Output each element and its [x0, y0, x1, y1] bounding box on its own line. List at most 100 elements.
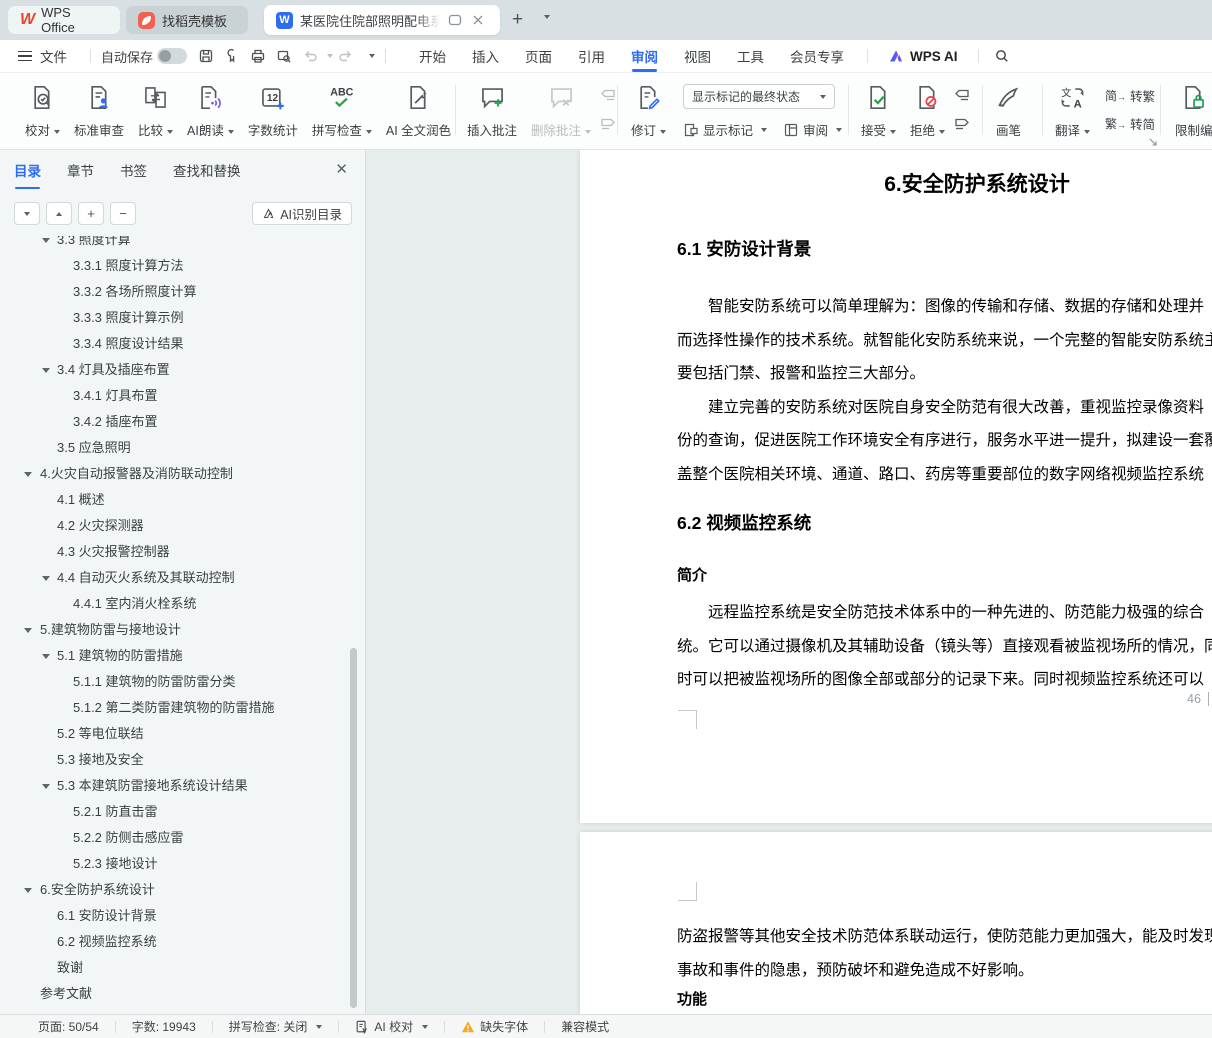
- toc-item[interactable]: 6.1 安防设计背景: [0, 903, 354, 929]
- missing-font-warning[interactable]: 缺失字体: [461, 1018, 528, 1035]
- document-page-46[interactable]: 6.安全防护系统设计 6.1 安防设计背景 智能安防系统可以简单理解为：图像的传…: [580, 150, 1212, 823]
- print-preview-button[interactable]: [272, 44, 296, 68]
- tab-docer-templates[interactable]: 找稻壳模板: [126, 6, 248, 34]
- output-share-button[interactable]: [220, 44, 244, 68]
- compatibility-mode-indicator[interactable]: 兼容模式: [561, 1018, 609, 1035]
- menu-item[interactable]: 引用: [565, 40, 618, 72]
- previous-change-icon[interactable]: [954, 87, 970, 103]
- menu-item[interactable]: 开始: [406, 40, 459, 72]
- toc-item[interactable]: 4.4.1 室内消火栓系统: [0, 591, 354, 617]
- toc-item[interactable]: 3.3.3 照度计算示例: [0, 305, 354, 331]
- wps-ai-button[interactable]: WPS AI: [878, 48, 968, 64]
- toc-item[interactable]: 5.2.2 防侧击感应雷: [0, 825, 354, 851]
- toc-expand-arrow-icon[interactable]: [42, 784, 50, 789]
- document-page-47[interactable]: 防盗报警等其他安全技术防范体系联动运行，使防范能力更加强大，能及时发现 事故和事件…: [580, 832, 1212, 1014]
- proofread-button[interactable]: 校对: [20, 81, 65, 142]
- toc-item[interactable]: 3.4 灯具及插座布置: [0, 357, 354, 383]
- toc-item[interactable]: 4.4 自动灭火系统及其联动控制: [0, 565, 354, 591]
- menu-item[interactable]: 页面: [512, 40, 565, 72]
- toc-item[interactable]: 5.3 接地及安全: [0, 747, 354, 773]
- ai-proofread-status[interactable]: AI 校对: [355, 1018, 429, 1035]
- new-tab-button[interactable]: +: [512, 9, 523, 31]
- toc-item[interactable]: 3.3 照度计算: [0, 236, 354, 253]
- word-count-button[interactable]: 12 字数统计: [243, 81, 303, 142]
- toc-item[interactable]: 3.4.1 灯具布置: [0, 383, 354, 409]
- toc-expand-arrow-icon[interactable]: [42, 576, 50, 581]
- to-traditional-button[interactable]: 简→ 转繁: [1105, 86, 1155, 105]
- toc-item[interactable]: 5.2 等电位联结: [0, 721, 354, 747]
- dialog-launcher-icon[interactable]: [1148, 137, 1158, 147]
- spell-check-button[interactable]: ABC 拼写检查: [307, 81, 377, 142]
- undo-button[interactable]: [298, 44, 322, 68]
- track-changes-button[interactable]: 修订: [626, 81, 671, 142]
- toc-item[interactable]: 参考文献: [0, 981, 354, 1007]
- toc-item[interactable]: 5.1.2 第二类防雷建筑物的防雷措施: [0, 695, 354, 721]
- toc-expand-arrow-icon[interactable]: [24, 628, 32, 633]
- toc-item[interactable]: 5.2.3 接地设计: [0, 851, 354, 877]
- toc-item[interactable]: 4.火灾自动报警器及消防联动控制: [0, 461, 354, 487]
- translate-button[interactable]: 文A 翻译: [1050, 81, 1095, 142]
- zoom-in-toc-button[interactable]: +: [78, 202, 104, 225]
- toc-item[interactable]: 4.2 火灾探测器: [0, 513, 354, 539]
- quick-toolbar-chevron-icon[interactable]: [369, 54, 376, 58]
- toc-item[interactable]: 3.4.2 插座布置: [0, 409, 354, 435]
- toc-item[interactable]: 5.2.1 防直击雷: [0, 799, 354, 825]
- toc-item[interactable]: 6.2 视频监控系统: [0, 929, 354, 955]
- menu-item[interactable]: 视图: [671, 40, 724, 72]
- reject-change-button[interactable]: 拒绝: [905, 81, 950, 142]
- show-markup-button[interactable]: 显示标记: [683, 120, 768, 139]
- redo-button[interactable]: [334, 44, 358, 68]
- compare-button[interactable]: 比较: [133, 81, 178, 142]
- collapse-all-button[interactable]: [46, 202, 72, 225]
- toc-expand-arrow-icon[interactable]: [42, 368, 50, 373]
- close-tab-icon[interactable]: [470, 12, 486, 28]
- previous-comment-icon[interactable]: [600, 87, 616, 103]
- restrict-editing-button[interactable]: 限制编: [1170, 81, 1212, 142]
- toc-item[interactable]: 3.3.4 照度设计结果: [0, 331, 354, 357]
- next-change-icon[interactable]: [954, 116, 970, 132]
- toc-expand-arrow-icon[interactable]: [42, 238, 50, 243]
- expand-all-button[interactable]: [14, 202, 40, 225]
- menu-item[interactable]: 工具: [724, 40, 777, 72]
- spell-check-status[interactable]: 拼写检查: 关闭: [229, 1018, 323, 1035]
- search-icon[interactable]: [990, 44, 1014, 68]
- ai-polish-button[interactable]: AI 全文润色: [381, 81, 456, 142]
- autosave-toggle[interactable]: [157, 48, 188, 64]
- toc-item[interactable]: 5.建筑物防雷与接地设计: [0, 617, 354, 643]
- toc-item[interactable]: 5.1.1 建筑物的防雷防雷分类: [0, 669, 354, 695]
- sidebar-tab[interactable]: 查找和替换: [173, 160, 241, 189]
- to-simplified-button[interactable]: 繁→ 转简: [1105, 114, 1155, 133]
- sidebar-tab[interactable]: 章节: [67, 160, 94, 189]
- save-button[interactable]: [194, 44, 218, 68]
- sidebar-scrollbar[interactable]: [350, 648, 357, 1008]
- file-menu[interactable]: 文件: [0, 40, 80, 72]
- sidebar-tab[interactable]: 书签: [120, 160, 147, 189]
- zoom-out-toc-button[interactable]: −: [110, 202, 136, 225]
- toc-item[interactable]: 3.3.1 照度计算方法: [0, 253, 354, 279]
- toc-expand-arrow-icon[interactable]: [42, 654, 50, 659]
- insert-comment-button[interactable]: 插入批注: [462, 81, 522, 142]
- delete-comment-button[interactable]: 删除批注: [526, 81, 596, 142]
- undo-chevron-icon[interactable]: [327, 54, 334, 58]
- print-button[interactable]: [246, 44, 270, 68]
- tab-window-icon[interactable]: [447, 12, 463, 28]
- toc-item[interactable]: 5.3 本建筑防雷接地系统设计结果: [0, 773, 354, 799]
- toc-item[interactable]: 6.安全防护系统设计: [0, 877, 354, 903]
- standard-review-button[interactable]: 标准审查: [69, 81, 129, 142]
- sidebar-tab[interactable]: 目录: [14, 160, 41, 189]
- next-comment-icon[interactable]: [600, 116, 616, 132]
- menu-item[interactable]: 插入: [459, 40, 512, 72]
- tab-wps-office[interactable]: W WPS Office: [8, 5, 120, 35]
- close-panel-icon[interactable]: ✕: [335, 160, 348, 178]
- tab-document[interactable]: W 某医院住院部照明配电系统设: [264, 5, 500, 35]
- toc-expand-arrow-icon[interactable]: [24, 472, 32, 477]
- review-pane-button[interactable]: 审阅: [783, 120, 843, 139]
- menu-item[interactable]: 会员专享: [777, 40, 857, 72]
- toc-item[interactable]: 3.5 应急照明: [0, 435, 354, 461]
- ai-read-aloud-button[interactable]: AI朗读: [182, 81, 239, 142]
- accept-change-button[interactable]: 接受: [856, 81, 901, 142]
- tab-list-chevron-icon[interactable]: [544, 15, 550, 19]
- markup-state-dropdown[interactable]: 显示标记的最终状态: [683, 84, 836, 109]
- toc-item[interactable]: 4.1 概述: [0, 487, 354, 513]
- menu-item[interactable]: 审阅: [618, 40, 671, 72]
